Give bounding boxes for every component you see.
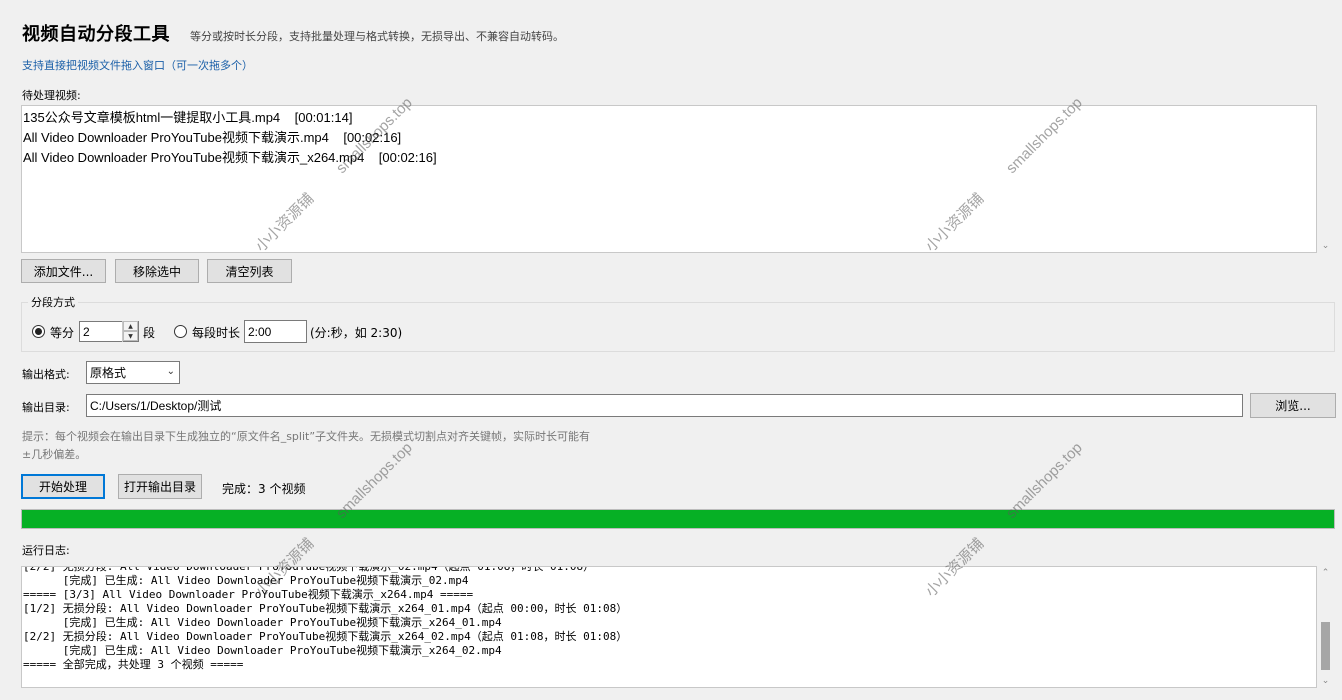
progress-fill — [22, 510, 1334, 528]
spin-up-icon[interactable]: ▲ — [123, 321, 138, 331]
log-line: [1/2] 无损分段: All Video Downloader ProYouT… — [23, 602, 628, 615]
hint-text: 提示：每个视频会在输出目录下生成独立的“原文件名_split”子文件夹。无损模式… — [22, 428, 662, 464]
radio-selected-dot — [35, 328, 42, 335]
file-list-item[interactable]: All Video Downloader ProYouTube视频下载演示.mp… — [23, 128, 1316, 148]
status-text: 完成：3 个视频 — [222, 482, 306, 496]
log-line: ===== 全部完成，共处理 3 个视频 ===== — [23, 658, 244, 671]
file-list-item[interactable]: All Video Downloader ProYouTube视频下载演示_x2… — [23, 148, 1316, 168]
log-line: [完成] 已生成: All Video Downloader ProYouTub… — [23, 574, 469, 587]
log-area[interactable]: [2/2] 无损分段: All Video Downloader ProYouT… — [21, 566, 1317, 688]
progress-bar — [21, 509, 1335, 529]
log-scroll-thumb[interactable] — [1321, 622, 1330, 670]
output-format-select[interactable]: 原格式 ⌄ — [86, 361, 180, 384]
file-list-item[interactable]: 135公众号文章模板html一键提取小工具.mp4 [00:01:14] — [23, 108, 1316, 128]
duration-split-label: 每段时长 — [192, 326, 241, 340]
browse-button[interactable]: 浏览... — [1250, 393, 1336, 418]
output-dir-input[interactable]: C:/Users/1/Desktop/测试 — [86, 394, 1243, 417]
scroll-down-icon[interactable]: ⌄ — [1317, 241, 1334, 251]
app-title: 视频自动分段工具 — [22, 24, 170, 45]
log-line: ===== [3/3] All Video Downloader ProYouT… — [23, 588, 474, 601]
chevron-down-icon: ⌄ — [166, 366, 175, 377]
clear-list-button[interactable]: 清空列表 — [207, 259, 292, 283]
equal-split-radio[interactable] — [32, 325, 45, 338]
file-list[interactable]: 135公众号文章模板html一键提取小工具.mp4 [00:01:14] All… — [21, 105, 1317, 253]
hint-line-1: 提示：每个视频会在输出目录下生成独立的“原文件名_split”子文件夹。无损模式… — [22, 430, 591, 443]
segment-duration-input[interactable]: 2:00 — [244, 320, 307, 343]
drop-hint-link[interactable]: 支持直接把视频文件拖入窗口（可一次拖多个） — [22, 57, 253, 73]
log-line: [2/2] 无损分段: All Video Downloader ProYouT… — [23, 630, 628, 643]
duration-split-radio[interactable] — [174, 325, 187, 338]
output-format-label: 输出格式: — [22, 368, 70, 381]
log-line: [2/2] 无损分段: All Video Downloader ProYouT… — [23, 566, 595, 573]
split-mode-title: 分段方式 — [28, 294, 78, 310]
spin-down-icon[interactable]: ▼ — [123, 331, 138, 341]
log-line: [完成] 已生成: All Video Downloader ProYouTub… — [23, 616, 502, 629]
remove-selected-button[interactable]: 移除选中 — [115, 259, 199, 283]
log-scrollbar[interactable]: ⌃ ⌄ — [1317, 566, 1334, 688]
file-list-scrollbar[interactable]: ⌄ — [1317, 105, 1334, 253]
add-files-button[interactable]: 添加文件... — [21, 259, 106, 283]
scroll-down-icon[interactable]: ⌄ — [1317, 676, 1334, 686]
log-line: [完成] 已生成: All Video Downloader ProYouTub… — [23, 644, 502, 657]
duration-format-hint: (分:秒，如 2:30) — [310, 326, 403, 340]
equal-split-label: 等分 — [50, 326, 75, 340]
log-label: 运行日志: — [22, 544, 70, 557]
segment-unit-label: 段 — [143, 326, 156, 340]
output-dir-label: 输出目录: — [22, 401, 70, 414]
segment-count-spinner[interactable]: ▲ ▼ — [122, 321, 138, 342]
start-processing-button[interactable]: 开始处理 — [21, 474, 105, 499]
hint-line-2: ±几秒偏差。 — [22, 448, 87, 461]
app-subtitle: 等分或按时长分段，支持批量处理与格式转换，无损导出、不兼容自动转码。 — [190, 30, 564, 43]
scroll-up-icon[interactable]: ⌃ — [1317, 568, 1334, 578]
file-list-label: 待处理视频: — [22, 89, 81, 102]
open-output-dir-button[interactable]: 打开输出目录 — [118, 474, 202, 499]
output-format-value: 原格式 — [90, 366, 127, 380]
